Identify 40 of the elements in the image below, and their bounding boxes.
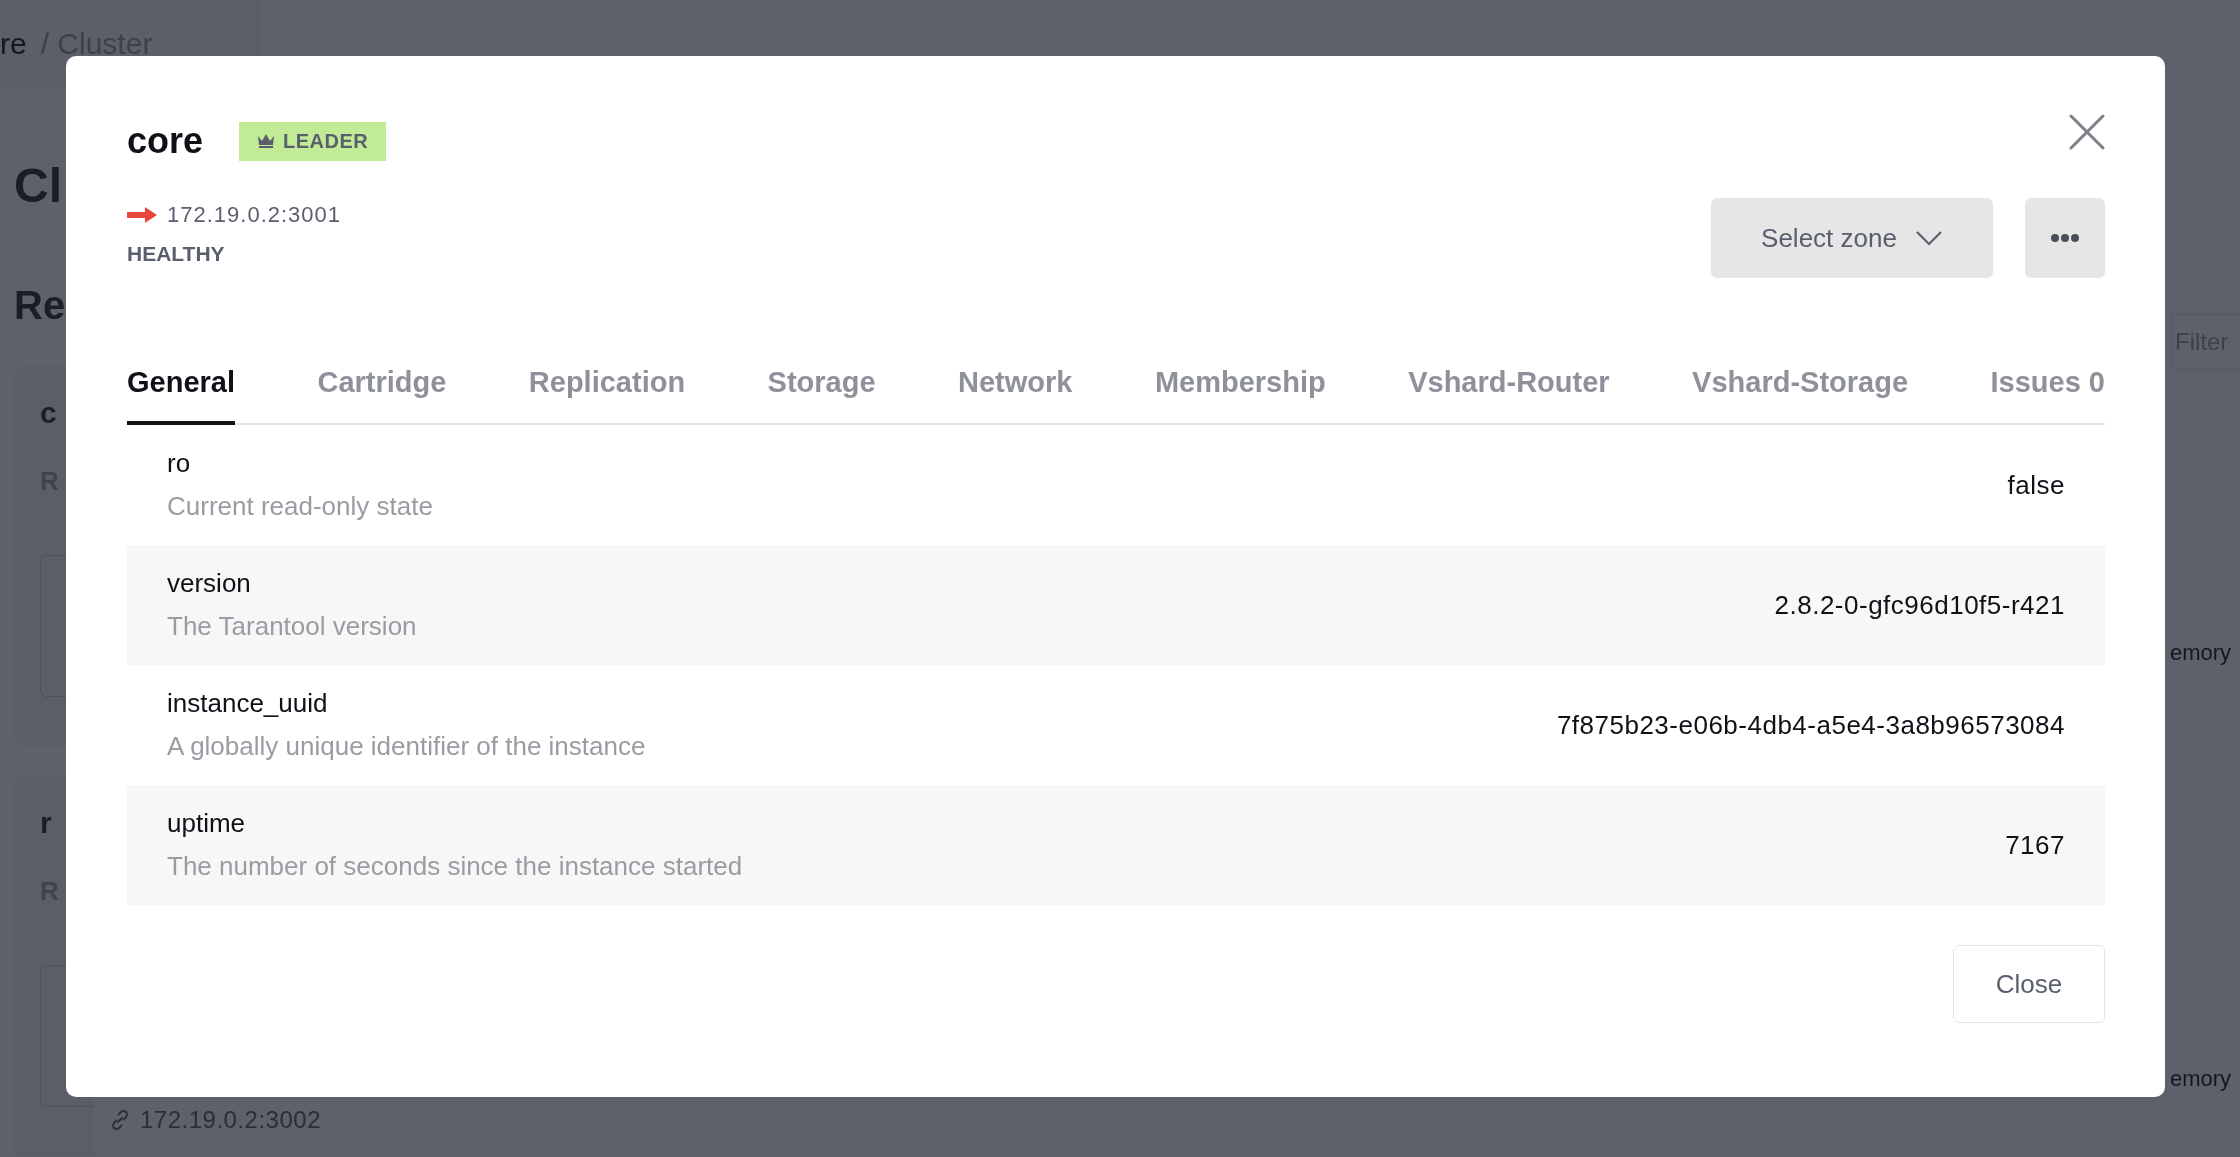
leader-badge: LEADER bbox=[239, 121, 387, 161]
property-value: false bbox=[2007, 469, 2065, 501]
breadcrumb-item[interactable]: re bbox=[0, 27, 27, 61]
tab[interactable]: Membership bbox=[1154, 352, 1326, 425]
property-name: version bbox=[167, 568, 252, 599]
health-status: HEALTHY bbox=[127, 242, 226, 266]
tab[interactable]: Storage bbox=[767, 352, 876, 425]
tab[interactable]: Vshard-Router bbox=[1408, 352, 1610, 425]
property-description: The Tarantool version bbox=[167, 611, 417, 642]
tab[interactable]: Network bbox=[958, 352, 1073, 425]
close-icon[interactable] bbox=[2069, 114, 2105, 150]
close-button[interactable]: Close bbox=[1953, 945, 2105, 1023]
replicaset-name: c bbox=[40, 396, 58, 430]
property-name: instance_uuid bbox=[167, 688, 329, 719]
property-name: ro bbox=[167, 448, 192, 479]
tab[interactable]: Issues 0 bbox=[1990, 352, 2105, 425]
property-value: 7f875b23-e06b-4db4-a5e4-3a8b96573084 bbox=[1556, 709, 2065, 741]
page-title: Cl bbox=[14, 158, 63, 213]
instance-address: 172.19.0.2:3001 bbox=[167, 202, 342, 228]
arrow-icon bbox=[127, 207, 157, 223]
tab[interactable]: Vshard-Storage bbox=[1692, 352, 1908, 425]
tab[interactable]: Cartridge bbox=[317, 352, 447, 425]
select-zone-button[interactable]: Select zone bbox=[1711, 198, 1993, 278]
tab[interactable]: Replication bbox=[528, 352, 686, 425]
memory-label: emory bbox=[2170, 640, 2233, 666]
property-description: Current read-only state bbox=[167, 491, 433, 522]
section-title: Re bbox=[14, 283, 67, 328]
property-value: 2.8.2-0-gfc96d10f5-r421 bbox=[1774, 589, 2065, 621]
property-description: A globally unique identifier of the instance bbox=[167, 731, 646, 762]
crown-icon bbox=[257, 133, 276, 149]
chevron-down-icon bbox=[1914, 230, 1943, 246]
more-button[interactable] bbox=[2025, 198, 2105, 278]
property-name: uptime bbox=[167, 808, 247, 839]
more-icon bbox=[2050, 233, 2080, 243]
property-value: 7167 bbox=[2005, 829, 2065, 861]
replicaset-name: r bbox=[40, 806, 53, 840]
modal-title: core bbox=[127, 120, 204, 162]
memory-label: emory bbox=[2170, 1066, 2233, 1092]
property-description: The number of seconds since the instance started bbox=[167, 851, 743, 882]
tab[interactable]: General bbox=[127, 352, 235, 425]
